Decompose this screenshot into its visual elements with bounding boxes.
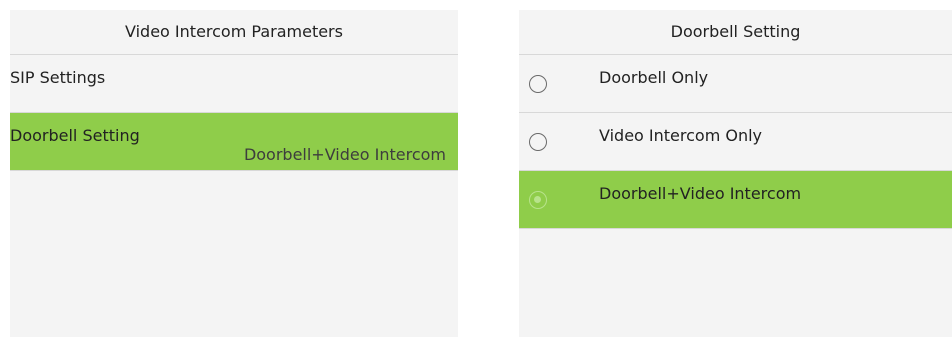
- menu-item-label: SIP Settings: [10, 68, 106, 87]
- screen-title: Video Intercom Parameters: [10, 10, 458, 55]
- doorbell-setting-screen: Doorbell Setting Doorbell Only Video Int…: [519, 10, 952, 337]
- screen-title: Doorbell Setting: [519, 10, 952, 55]
- menu-item-label: Doorbell Setting: [10, 126, 140, 145]
- radio-unchecked-icon[interactable]: [529, 133, 547, 151]
- menu-item-current-value: Doorbell+Video Intercom: [243, 145, 446, 164]
- menu-item-sip-settings[interactable]: SIP Settings: [10, 55, 458, 113]
- option-doorbell-video-intercom[interactable]: Doorbell+Video Intercom: [519, 171, 952, 229]
- radio-unchecked-icon[interactable]: [529, 75, 547, 93]
- video-intercom-parameters-screen: Video Intercom Parameters SIP Settings D…: [10, 10, 458, 337]
- option-label: Video Intercom Only: [599, 126, 763, 145]
- option-doorbell-only[interactable]: Doorbell Only: [519, 55, 952, 113]
- option-video-intercom-only[interactable]: Video Intercom Only: [519, 113, 952, 171]
- option-label: Doorbell+Video Intercom: [599, 184, 802, 203]
- radio-checked-icon[interactable]: [529, 191, 547, 209]
- option-label: Doorbell Only: [599, 68, 709, 87]
- menu-item-doorbell-setting[interactable]: Doorbell Setting Doorbell+Video Intercom: [10, 113, 458, 171]
